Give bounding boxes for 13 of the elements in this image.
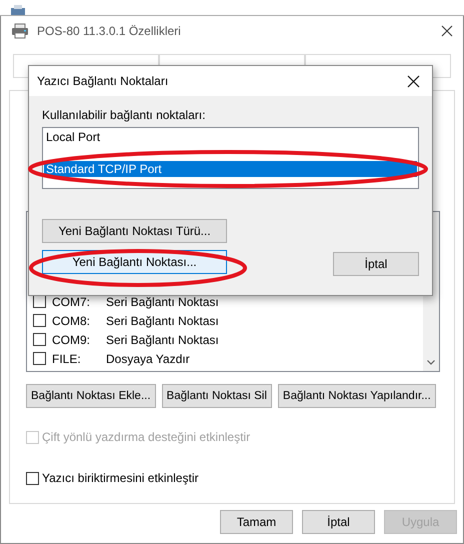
dialog-title: Yazıcı Bağlantı Noktaları [37,74,168,88]
option-label: Çift yönlü yazdırma desteğini etkinleştir [42,430,250,444]
window-title: POS-80 11.3.0.1 Özellikleri [37,24,182,38]
port-description: Seri Bağlantı Noktası [106,294,219,308]
port-name: FILE: [52,352,82,366]
port-description: Dosyaya Yazdır [106,352,190,366]
port-description: Seri Bağlantı Noktası [106,314,219,328]
port-name: COM8: [52,314,92,328]
option-label: Yazıcı biriktirmesini etkinleştir [42,471,198,485]
port-name: COM7: [52,294,92,308]
port-name: COM9: [52,332,92,346]
list-label: Kullanılabilir bağlantı noktaları: [42,108,206,122]
port-description: Seri Bağlantı Noktası [106,332,219,346]
